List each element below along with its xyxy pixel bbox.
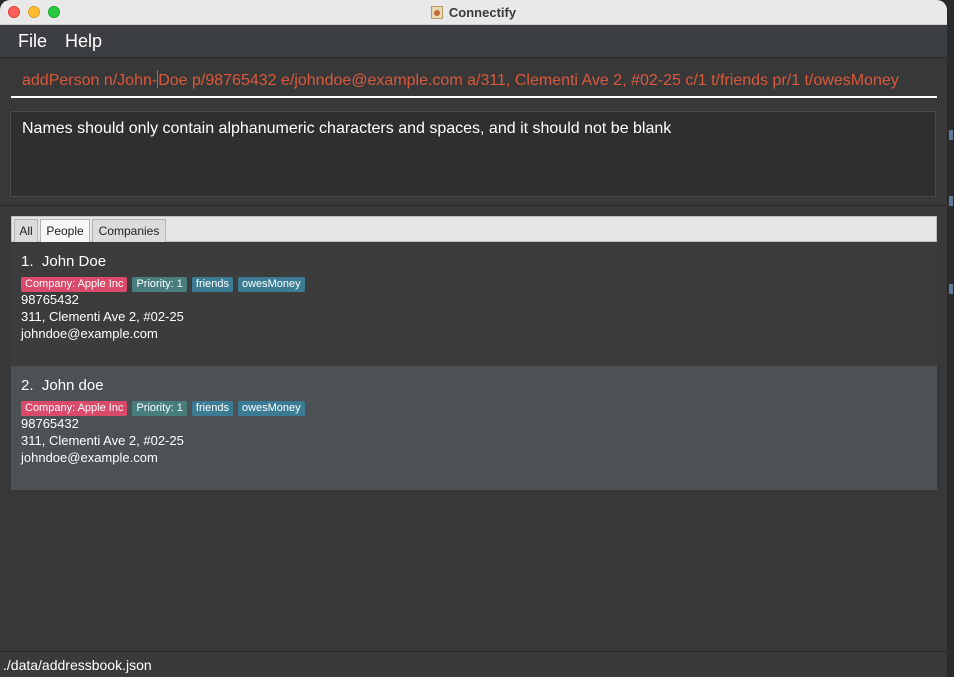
- person-list: 1. John Doe Company: Apple Inc Priority: …: [11, 242, 937, 490]
- person-phone: 98765432: [21, 416, 79, 431]
- person-index: 1.: [21, 253, 34, 270]
- data-file-path: ./data/addressbook.json: [3, 657, 152, 673]
- window-title-group: Connectify: [0, 0, 947, 24]
- app-window: Connectify File Help addPerson n/John-Do…: [0, 0, 947, 677]
- tab-bar: All People Companies: [11, 216, 937, 243]
- person-card-selected[interactable]: 2. John doe Company: Apple Inc Priority: …: [11, 366, 937, 490]
- person-name: John doe: [41, 377, 104, 394]
- menu-bar: File Help: [0, 25, 947, 58]
- menu-help[interactable]: Help: [65, 31, 102, 52]
- tag-badge: friends: [191, 401, 233, 416]
- person-address: 311, Clementi Ave 2, #02-25: [21, 433, 184, 448]
- person-card[interactable]: 1. John Doe Company: Apple Inc Priority: …: [11, 242, 937, 366]
- window-title: Connectify: [448, 4, 517, 20]
- person-index: 2.: [21, 377, 34, 394]
- title-bar: Connectify: [0, 0, 947, 25]
- person-name-line: 2. John doe: [21, 377, 927, 395]
- person-tags: Company: Apple Inc Priority: 1 friends owes…: [21, 398, 927, 416]
- priority-tag: Priority: 1: [132, 401, 187, 416]
- command-text-after-caret: Doe p/98765432 e/johndoe@example.com a/3…: [158, 72, 899, 89]
- company-tag: Company: Apple Inc: [21, 277, 128, 292]
- result-display: Names should only contain alphanumeric c…: [10, 111, 936, 197]
- background-glyph: [949, 284, 953, 294]
- divider: [0, 205, 947, 206]
- person-address: 311, Clementi Ave 2, #02-25: [21, 309, 184, 324]
- tab-companies[interactable]: Companies: [92, 219, 166, 243]
- tab-all[interactable]: All: [14, 219, 38, 243]
- command-input[interactable]: addPerson n/John-Doe p/98765432 e/johndo…: [11, 64, 937, 98]
- person-name-line: 1. John Doe: [21, 253, 927, 271]
- priority-tag: Priority: 1: [132, 277, 187, 292]
- tag-badge: owesMoney: [237, 277, 305, 292]
- tag-badge: owesMoney: [237, 401, 305, 416]
- status-bar: ./data/addressbook.json: [0, 651, 947, 677]
- command-text-before-caret: addPerson n/John-: [22, 72, 158, 89]
- background-glyph: [949, 196, 953, 206]
- app-icon: [430, 5, 443, 19]
- background-glyph: [949, 130, 953, 140]
- tag-badge: friends: [191, 277, 233, 292]
- person-email: johndoe@example.com: [21, 450, 158, 465]
- company-tag: Company: Apple Inc: [21, 401, 128, 416]
- person-email: johndoe@example.com: [21, 326, 158, 341]
- result-message: Names should only contain alphanumeric c…: [22, 120, 672, 137]
- background-window-edge: [947, 0, 954, 677]
- menu-file[interactable]: File: [18, 31, 47, 52]
- person-name: John Doe: [41, 253, 107, 270]
- person-tags: Company: Apple Inc Priority: 1 friends owes…: [21, 274, 927, 292]
- person-phone: 98765432: [21, 292, 79, 307]
- command-box: addPerson n/John-Doe p/98765432 e/johndo…: [0, 58, 947, 105]
- tab-people[interactable]: People: [40, 219, 90, 243]
